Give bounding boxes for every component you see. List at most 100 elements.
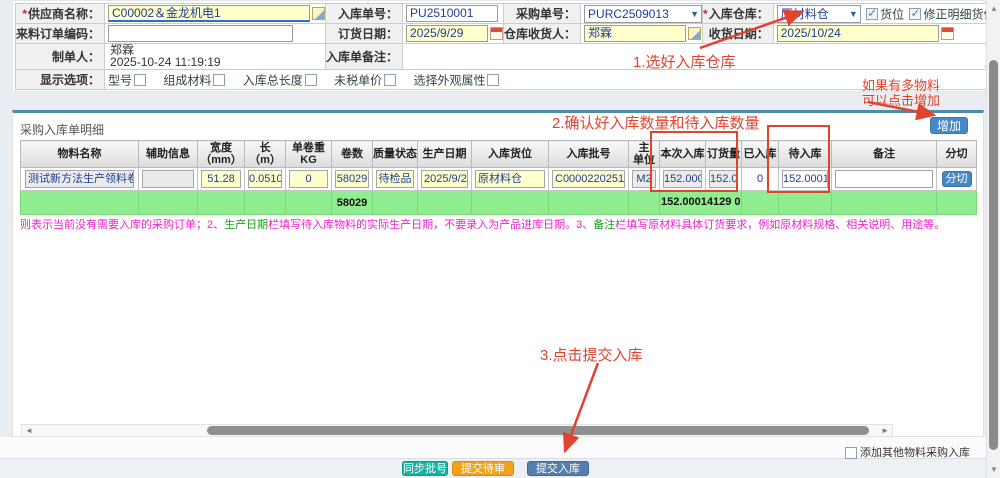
inbound-no-input[interactable]: PU2510001	[406, 5, 498, 22]
order-note-label: 入库单备注：	[326, 44, 403, 70]
quality-field[interactable]: 待检品	[376, 170, 414, 188]
col-split: 分切	[937, 141, 977, 168]
qty-done-value: 0	[742, 168, 779, 191]
col-quality: 质量状态	[373, 141, 418, 168]
scroll-right-icon[interactable]: ►	[881, 426, 889, 436]
summary-amount: 152.00014129 0	[660, 191, 742, 215]
picker-icon[interactable]	[688, 27, 701, 40]
add-other-label: 添加其他物料采购入库	[860, 447, 970, 459]
col-qty-done: 已入库	[742, 141, 779, 168]
qty-order-input[interactable]: 152.0001	[709, 170, 738, 188]
purchase-inbound-page: *供应商名称： C00002＆金龙机电1 入库单号： PU2510001 采购单…	[0, 0, 1000, 478]
col-roll-weight: 单卷重 KG	[286, 141, 332, 168]
qty-in-input[interactable]: 152.0001	[663, 170, 702, 188]
detail-title: 采购入库单明细	[20, 121, 104, 138]
col-length: 长 （m）	[245, 141, 286, 168]
unit-field: M2	[632, 170, 656, 188]
annotation-step1: 1.选好入库仓库	[633, 51, 736, 72]
col-unit: 主 单位	[629, 141, 660, 168]
summary-rolls: 58029	[332, 191, 373, 215]
material-order-input[interactable]	[108, 25, 293, 42]
rolls-input[interactable]: 58029	[335, 170, 369, 188]
submit-inbound-button[interactable]: 提交入库	[527, 461, 589, 476]
vertical-scrollbar[interactable]: ▲ ▼	[986, 0, 1000, 478]
option-appearance-label: 选择外观属性	[413, 73, 485, 87]
add-other-checkbox[interactable]	[845, 447, 857, 459]
creator-value: 郑霖 2025-10-24 11:19:19	[108, 44, 221, 68]
receiver-input[interactable]: 郑霖	[584, 25, 686, 42]
aux-info-field	[142, 170, 194, 188]
option-material-checkbox[interactable]	[213, 74, 225, 86]
annotation-step3: 3.点击提交入库	[540, 344, 643, 365]
required-mark: *	[703, 7, 708, 21]
add-button[interactable]: 增加	[930, 117, 968, 134]
required-mark: *	[22, 7, 27, 21]
calendar-icon[interactable]	[941, 27, 954, 40]
receive-date-input[interactable]: 2025/10/24	[777, 25, 939, 42]
fix-detail-checkbox-label: 修正明细货位	[923, 7, 995, 21]
bottom-band	[0, 437, 986, 458]
supplier-input[interactable]: C00002＆金龙机电1	[108, 5, 310, 22]
option-price-label: 未税单价	[334, 73, 382, 87]
location-checkbox[interactable]	[866, 8, 878, 20]
option-length-label: 入库总长度	[243, 73, 303, 87]
table-row: 测试新方法生产领料卷料 51.28 0.05108 0 58029 待检品 20…	[21, 168, 977, 191]
fix-detail-checkbox[interactable]	[909, 8, 921, 20]
scroll-down-icon[interactable]: ▼	[990, 465, 998, 474]
detail-table: 物料名称 辅助信息 宽度 （mm） 长 （m） 单卷重 KG 卷数 质量状态 生…	[20, 140, 977, 215]
horizontal-scroll-thumb[interactable]	[207, 426, 869, 435]
annotation-multi-material: 如果有多物料 可以点击增加	[862, 78, 940, 108]
option-length-checkbox[interactable]	[305, 74, 317, 86]
calendar-icon[interactable]	[490, 27, 503, 40]
col-aux-info: 辅助信息	[139, 141, 198, 168]
length-input[interactable]: 0.05108	[248, 170, 282, 188]
col-material-name: 物料名称	[21, 141, 139, 168]
scroll-up-icon[interactable]: ▲	[990, 4, 998, 13]
display-options-label: 显示选项：	[16, 70, 105, 90]
roll-weight-input[interactable]: 0	[289, 170, 328, 188]
receiver-label: 仓库收货人：	[504, 24, 581, 44]
col-batch: 入库批号	[549, 141, 629, 168]
scroll-left-icon[interactable]: ◄	[25, 426, 33, 436]
horizontal-scrollbar[interactable]: ◄ ►	[21, 424, 893, 437]
add-other-checkbox-row[interactable]: 添加其他物料采购入库	[843, 444, 970, 460]
option-model-checkbox[interactable]	[134, 74, 146, 86]
qty-pending-input[interactable]: 152.0001	[782, 170, 828, 188]
header-form: *供应商名称： C00002＆金龙机电1 入库单号： PU2510001 采购单…	[15, 3, 996, 90]
col-qty-in: 本次入库	[660, 141, 706, 168]
summary-row: 58029 152.00014129 0	[21, 191, 977, 215]
chevron-down-icon: ▼	[690, 9, 699, 19]
split-button[interactable]: 分切	[942, 171, 972, 187]
prod-date-input[interactable]: 2025/9/29 1	[421, 170, 468, 188]
purchase-no-select[interactable]: PURC2509013▼	[584, 5, 702, 23]
warehouse-select[interactable]: 原材料仓▼	[777, 5, 861, 23]
col-qty-pending: 待入库	[779, 141, 832, 168]
top-form-panel: *供应商名称： C00002＆金龙机电1 入库单号： PU2510001 采购单…	[12, 0, 984, 92]
col-rolls: 卷数	[332, 141, 373, 168]
order-date-label: 订货日期：	[326, 24, 403, 44]
option-appearance-checkbox[interactable]	[487, 74, 499, 86]
inbound-no-label: 入库单号：	[326, 4, 403, 24]
col-width: 宽度 （mm）	[198, 141, 245, 168]
vertical-scroll-thumb[interactable]	[989, 60, 998, 450]
warehouse-label: *入库仓库：	[703, 4, 774, 24]
batch-input[interactable]: C00002202510241	[552, 170, 625, 188]
submit-review-button[interactable]: 提交待审	[452, 461, 514, 476]
receive-date-label: 收货日期：	[703, 24, 774, 44]
note-input[interactable]	[835, 170, 933, 188]
col-qty-order: 订货量	[706, 141, 742, 168]
option-price-checkbox[interactable]	[384, 74, 396, 86]
width-input[interactable]: 51.28	[201, 170, 241, 188]
col-prod-date: 生产日期	[418, 141, 472, 168]
picker-icon[interactable]	[312, 7, 325, 20]
material-order-label: 来料订单编码：	[16, 24, 105, 44]
notice-text: 则表示当前没有需要入库的采购订单；2、生产日期栏填写待入库物料的实际生产日期，不…	[20, 219, 976, 232]
supplier-label: *供应商名称：	[16, 4, 105, 24]
order-date-input[interactable]: 2025/9/29	[406, 25, 488, 42]
detail-panel: 采购入库单明细 物料名称 辅助信息 宽度 （mm） 长 （m） 单卷重 KG 卷…	[12, 110, 984, 437]
location-input[interactable]: 原材料仓	[475, 170, 545, 188]
option-material-label: 组成材料	[163, 73, 211, 87]
option-model-label: 型号	[108, 73, 132, 87]
sync-batch-button[interactable]: 同步批号	[402, 461, 448, 476]
chevron-down-icon: ▼	[849, 9, 858, 19]
